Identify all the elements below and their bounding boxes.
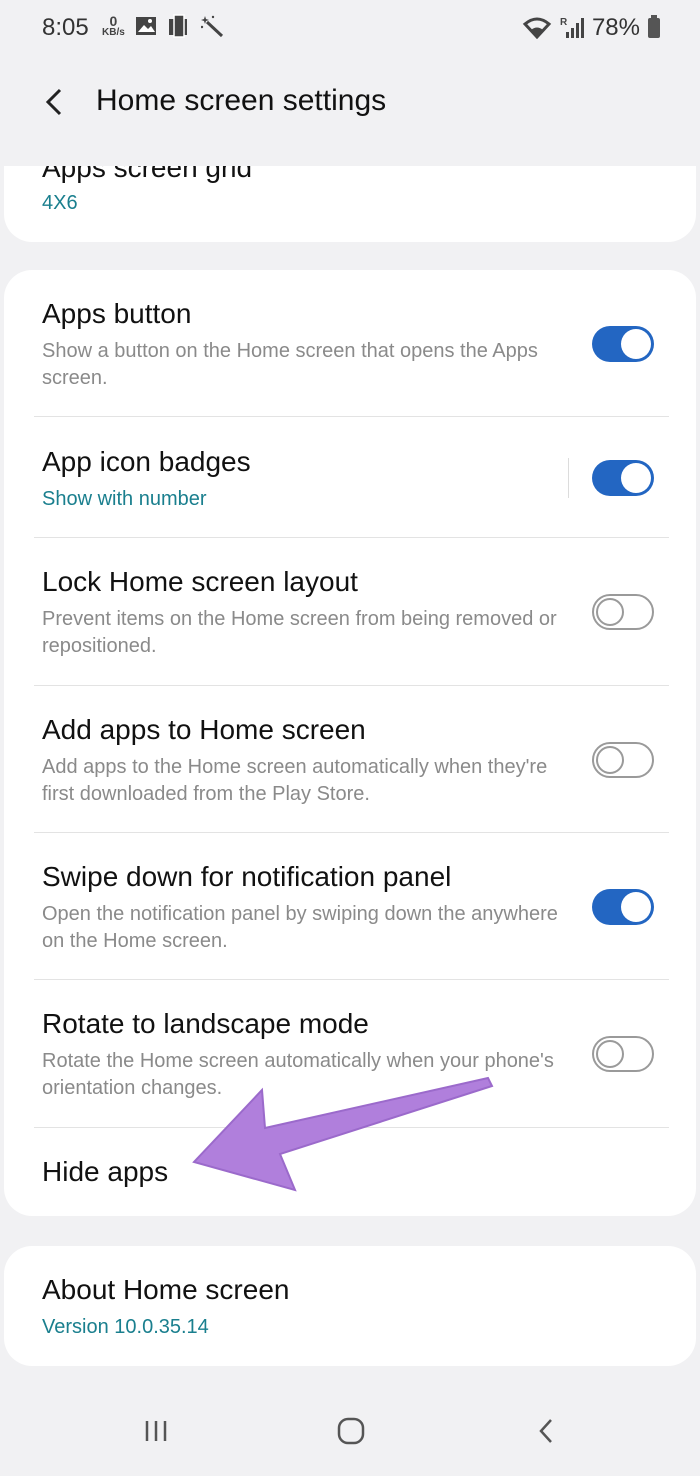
recents-button[interactable] (126, 1406, 186, 1456)
home-button[interactable] (321, 1406, 381, 1456)
toggle-knob (596, 746, 624, 774)
app-header: Home screen settings (0, 70, 700, 140)
setting-swipe-down-notification-panel[interactable]: Swipe down for notification panel Open t… (34, 861, 669, 981)
rotate-landscape-toggle[interactable] (592, 1036, 654, 1072)
wifi-icon (522, 17, 552, 39)
status-time: 8:05 (42, 14, 89, 41)
lock-layout-toggle[interactable] (592, 594, 654, 630)
recents-icon (145, 1421, 167, 1441)
setting-lock-home-screen-layout[interactable]: Lock Home screen layout Prevent items on… (34, 566, 669, 686)
vertical-separator (568, 458, 569, 498)
back-button[interactable] (36, 82, 76, 122)
wand-icon (200, 15, 223, 38)
toggle-knob (621, 463, 651, 493)
data-rate-indicator: 0 KB/s (102, 14, 125, 38)
apps-screen-grid-card[interactable]: Apps screen grid 4X6 (4, 166, 696, 242)
setting-subtitle: Show with number (42, 488, 207, 510)
image-icon (135, 17, 156, 35)
add-apps-toggle[interactable] (592, 742, 654, 778)
divider (34, 416, 669, 417)
about-version: Version 10.0.35.14 (42, 1316, 209, 1338)
svg-text:R: R (560, 17, 568, 28)
swipe-down-toggle[interactable] (592, 889, 654, 925)
setting-rotate-landscape-mode[interactable]: Rotate to landscape mode Rotate the Home… (34, 1008, 669, 1128)
setting-description: Add apps to the Home screen automaticall… (42, 756, 548, 805)
apps-screen-grid-title: Apps screen grid (42, 166, 253, 183)
setting-title: Apps button (42, 298, 192, 329)
setting-title: Swipe down for notification panel (42, 861, 452, 892)
about-home-screen-card[interactable]: About Home screen Version 10.0.35.14 (4, 1246, 696, 1366)
divider (34, 685, 669, 686)
page-title: Home screen settings (96, 84, 387, 117)
divider (34, 832, 669, 833)
back-icon (539, 1419, 552, 1443)
setting-title: Hide apps (42, 1156, 169, 1187)
about-title: About Home screen (42, 1274, 290, 1305)
divider (34, 1127, 669, 1128)
setting-add-apps-to-home-screen[interactable]: Add apps to Home screen Add apps to the … (34, 714, 669, 834)
setting-app-icon-badges[interactable]: App icon badges Show with number (34, 446, 669, 556)
setting-description: Show a button on the Home screen that op… (42, 340, 538, 389)
setting-hide-apps[interactable]: Hide apps (34, 1156, 669, 1206)
home-icon (337, 1417, 365, 1445)
navigation-bar (0, 1386, 700, 1476)
battery-percentage: 78% (591, 14, 640, 41)
status-left-icons: 0 KB/s (102, 14, 225, 38)
data-rate-unit: KB/s (102, 27, 125, 38)
setting-title: Lock Home screen layout (42, 566, 358, 597)
apps-button-toggle[interactable] (592, 326, 654, 362)
signal-icon: R (560, 17, 584, 38)
setting-description: Open the notification panel by swiping d… (42, 903, 558, 952)
data-rate-value: 0 (109, 13, 118, 29)
setting-title: Add apps to Home screen (42, 714, 366, 745)
chevron-left-icon (45, 88, 62, 116)
setting-title: Rotate to landscape mode (42, 1008, 369, 1039)
toggle-knob (596, 1040, 624, 1068)
nav-back-button[interactable] (516, 1406, 576, 1456)
divider (34, 537, 669, 538)
setting-description: Rotate the Home screen automatically whe… (42, 1050, 554, 1099)
device-icon (168, 14, 187, 38)
toggle-knob (621, 892, 651, 922)
battery-icon (648, 15, 660, 38)
setting-description: Prevent items on the Home screen from be… (42, 608, 557, 657)
apps-screen-grid-value: 4X6 (42, 192, 78, 214)
setting-title: App icon badges (42, 446, 251, 477)
app-icon-badges-toggle[interactable] (592, 460, 654, 496)
status-right: R 78% (522, 14, 660, 42)
settings-card: Apps button Show a button on the Home sc… (4, 270, 696, 1216)
toggle-knob (596, 598, 624, 626)
divider (34, 979, 669, 980)
setting-apps-button[interactable]: Apps button Show a button on the Home sc… (34, 298, 669, 418)
toggle-knob (621, 329, 651, 359)
status-bar: 8:05 0 KB/s R 78% (0, 0, 700, 56)
